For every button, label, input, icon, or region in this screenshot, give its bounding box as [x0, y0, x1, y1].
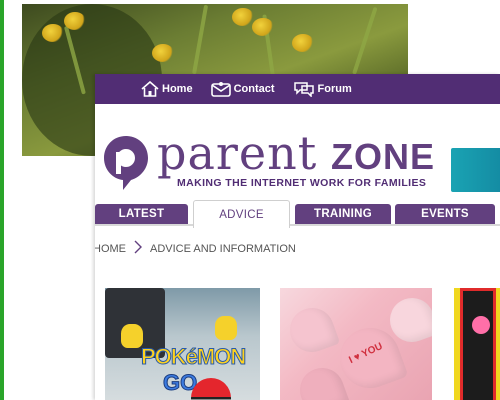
window-frame-edge [0, 0, 4, 400]
heart-icon [472, 316, 490, 334]
chevron-right-icon [134, 240, 142, 257]
nav-home-link[interactable]: Home [141, 81, 193, 97]
screenshot-stage: Home Contact Forum parent ZONE MAKING TH… [0, 0, 500, 400]
tab-advice[interactable]: ADVICE [193, 200, 290, 228]
article-card-candy-hearts[interactable]: I ♥ YOU [280, 288, 432, 400]
article-card-app[interactable] [454, 288, 500, 400]
tab-latest[interactable]: LATEST [95, 204, 188, 224]
nav-contact-label: Contact [233, 83, 275, 95]
phone-screen-graphic [460, 288, 496, 400]
brand-tagline: MAKING THE INTERNET WORK FOR FAMILIES [177, 177, 427, 189]
parentzone-logo-icon[interactable] [101, 134, 151, 192]
promo-banner[interactable] [451, 148, 500, 192]
breadcrumb-home-link[interactable]: HOME [95, 243, 126, 255]
nav-forum-link[interactable]: Forum [293, 81, 352, 97]
photo-flower [232, 8, 254, 26]
nav-forum-label: Forum [317, 83, 352, 95]
tabs-divider [95, 224, 500, 226]
house-icon [141, 81, 159, 97]
photo-leaf [192, 4, 209, 75]
nav-contact-link[interactable]: Contact [210, 81, 275, 97]
nav-home-label: Home [162, 83, 193, 95]
top-nav-bar: Home Contact Forum [95, 74, 500, 104]
brand-name-parent: parent [157, 126, 318, 180]
photo-flower [64, 12, 86, 30]
tab-events[interactable]: EVENTS [395, 204, 495, 224]
tab-training[interactable]: TRAINING [295, 204, 391, 224]
parentzone-page: Home Contact Forum parent ZONE MAKING TH… [95, 74, 500, 400]
breadcrumb-current: ADVICE AND INFORMATION [150, 242, 296, 255]
breadcrumb: HOME ADVICE AND INFORMATION [95, 240, 296, 257]
photo-flower [42, 24, 64, 42]
brand-header: parent ZONE MAKING THE INTERNET WORK FOR… [95, 104, 500, 198]
article-card-pokemon[interactable]: POKéMON GO [105, 288, 260, 400]
photo-leaf [352, 6, 378, 75]
photo-flower [292, 34, 314, 52]
pokemon-logo-text: POKéMON [140, 344, 246, 370]
brand-name-zone: ZONE [331, 136, 436, 177]
photo-flower [152, 44, 174, 62]
photo-flower [252, 18, 274, 36]
pikachu-graphic [121, 324, 143, 348]
main-tabs: LATEST ADVICE TRAINING EVENTS [95, 200, 500, 228]
speech-bubbles-icon [293, 81, 315, 97]
envelope-icon [210, 81, 231, 97]
candy-heart [283, 301, 341, 359]
pikachu-graphic [215, 316, 237, 340]
